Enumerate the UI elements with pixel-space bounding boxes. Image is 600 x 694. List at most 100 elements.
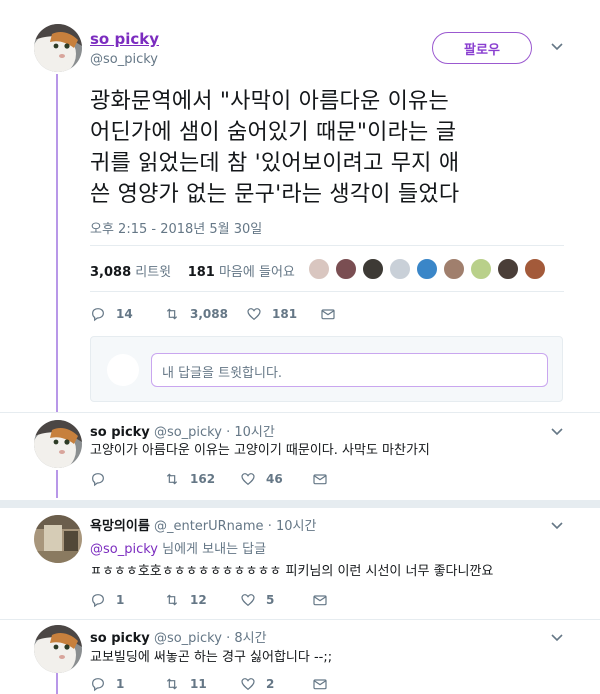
liker-avatar[interactable] (497, 258, 519, 280)
reply-text: 교보빌딩에 써놓곤 하는 경구 싫어합니다 --;; (90, 650, 333, 665)
liker-avatar[interactable] (524, 258, 546, 280)
direct-message-button[interactable] (312, 471, 328, 487)
reply-context: @so_picky 님에게 보내는 답글 (90, 538, 266, 557)
reply-author-name[interactable]: so picky (90, 425, 150, 440)
envelope-icon (313, 595, 327, 606)
reply-button[interactable] (90, 471, 164, 487)
liker-avatar[interactable] (389, 258, 411, 280)
retweet-button[interactable]: 11 (164, 676, 240, 692)
retweet-icon (166, 594, 178, 606)
reply-button[interactable]: 14 (90, 306, 164, 322)
reply-header: so picky @so_picky · 8시간 (90, 627, 267, 646)
reply-count: 14 (116, 307, 133, 321)
engagement-stats: 3,088 리트윗 181 마음에 들어요 (90, 261, 295, 280)
like-count: 46 (266, 472, 283, 486)
reply-button[interactable]: 1 (90, 592, 164, 608)
avatar[interactable] (34, 625, 82, 673)
tweet-text-line: 쓴 영양가 없는 문구'라는 생각이 들었다 (90, 182, 460, 207)
reply-author-handle[interactable]: @_enterURname (154, 519, 264, 534)
reply-header: so picky @so_picky · 10시간 (90, 421, 275, 440)
heart-icon (241, 678, 255, 691)
author-handle[interactable]: @so_picky (90, 52, 158, 67)
cat-avatar-image (34, 420, 82, 468)
liker-avatar[interactable] (470, 258, 492, 280)
author-name[interactable]: so picky (90, 30, 159, 48)
tweet-actions: 14 3,088 181 (90, 304, 336, 324)
tweet-text-line: 어딘가에 샘이 숨어있기 때문"이라는 글 (90, 120, 457, 145)
user-avatar-image (34, 515, 82, 563)
retweet-icon (166, 308, 178, 320)
like-button[interactable]: 181 (246, 306, 320, 322)
thread-line (56, 74, 58, 412)
retweet-icon (166, 473, 178, 485)
reply-icon (92, 473, 104, 487)
reply-time[interactable]: · 8시간 (226, 631, 266, 646)
reply-author-handle[interactable]: @so_picky (154, 631, 222, 646)
reply-header: 욕망의이름 @_enterURname · 10시간 (90, 515, 316, 534)
direct-message-button[interactable] (312, 592, 328, 608)
heart-icon (241, 594, 255, 607)
avatar[interactable] (34, 515, 82, 563)
like-action-count: 181 (272, 307, 298, 321)
reply-author-name[interactable]: so picky (90, 631, 150, 646)
reply-time[interactable]: · 10시간 (268, 519, 317, 534)
divider (90, 291, 564, 292)
retweet-count: 162 (190, 472, 216, 486)
reply-input[interactable]: 내 답글을 트윗합니다. (151, 353, 548, 387)
reply-actions: 1 11 2 (90, 674, 328, 694)
liker-avatar[interactable] (335, 258, 357, 280)
liker-avatar[interactable] (416, 258, 438, 280)
tweet-text: 광화문역에서 "사막이 아름다운 이유는 어딘가에 샘이 숨어있기 때문"이라는… (90, 86, 560, 210)
reply-context-text: 님에게 보내는 답글 (158, 542, 267, 557)
follow-button[interactable]: 팔로우 (432, 32, 532, 64)
divider (90, 245, 564, 246)
reply-icon (92, 678, 104, 692)
reply-author-name[interactable]: 욕망의이름 (90, 519, 150, 534)
like-label[interactable]: 마음에 들어요 (219, 265, 295, 280)
reply-count: 1 (116, 593, 125, 607)
divider (0, 619, 600, 620)
envelope-icon (313, 679, 327, 690)
like-button[interactable]: 46 (240, 471, 312, 487)
chevron-down-icon[interactable] (551, 425, 563, 440)
retweet-label[interactable]: 리트윗 (135, 265, 171, 280)
retweet-button[interactable]: 3,088 (164, 306, 246, 322)
reply-count: 1 (116, 677, 125, 691)
direct-message-button[interactable] (320, 306, 336, 322)
direct-message-button[interactable] (312, 676, 328, 692)
divider (0, 412, 600, 413)
liker-avatar[interactable] (362, 258, 384, 280)
retweet-button[interactable]: 12 (164, 592, 240, 608)
reply-icon (92, 308, 104, 322)
chevron-down-icon[interactable] (551, 519, 563, 534)
like-button[interactable]: 5 (240, 592, 312, 608)
chevron-down-icon[interactable] (551, 40, 563, 55)
avatar[interactable] (34, 24, 82, 72)
thread-line (56, 470, 58, 498)
envelope-icon (313, 474, 327, 485)
reply-author-handle[interactable]: @so_picky (154, 425, 222, 440)
reply-time[interactable]: · 10시간 (226, 425, 275, 440)
like-count: 5 (266, 593, 275, 607)
retweet-action-count: 3,088 (190, 307, 228, 321)
retweet-count[interactable]: 3,088 (90, 265, 131, 280)
envelope-icon (321, 309, 335, 320)
tweet-timestamp[interactable]: 오후 2:15 - 2018년 5월 30일 (90, 218, 262, 237)
current-user-avatar (107, 354, 139, 386)
reply-composer: 내 답글을 트윗합니다. (90, 336, 563, 402)
like-count[interactable]: 181 (188, 265, 215, 280)
tweet-text-line: 광화문역에서 "사막이 아름다운 이유는 (90, 89, 449, 114)
tweet-text-line: 귀를 읽었는데 참 '있어보이려고 무지 애 (90, 151, 460, 176)
liker-avatar[interactable] (308, 258, 330, 280)
heart-icon (247, 308, 261, 321)
avatar[interactable] (34, 420, 82, 468)
heart-icon (241, 473, 255, 486)
like-button[interactable]: 2 (240, 676, 312, 692)
mention-link[interactable]: @so_picky (90, 542, 158, 557)
retweet-button[interactable]: 162 (164, 471, 240, 487)
liker-avatar[interactable] (443, 258, 465, 280)
reply-button[interactable]: 1 (90, 676, 164, 692)
retweet-count: 11 (190, 677, 207, 691)
chevron-down-icon[interactable] (551, 631, 563, 646)
retweet-icon (166, 678, 178, 690)
